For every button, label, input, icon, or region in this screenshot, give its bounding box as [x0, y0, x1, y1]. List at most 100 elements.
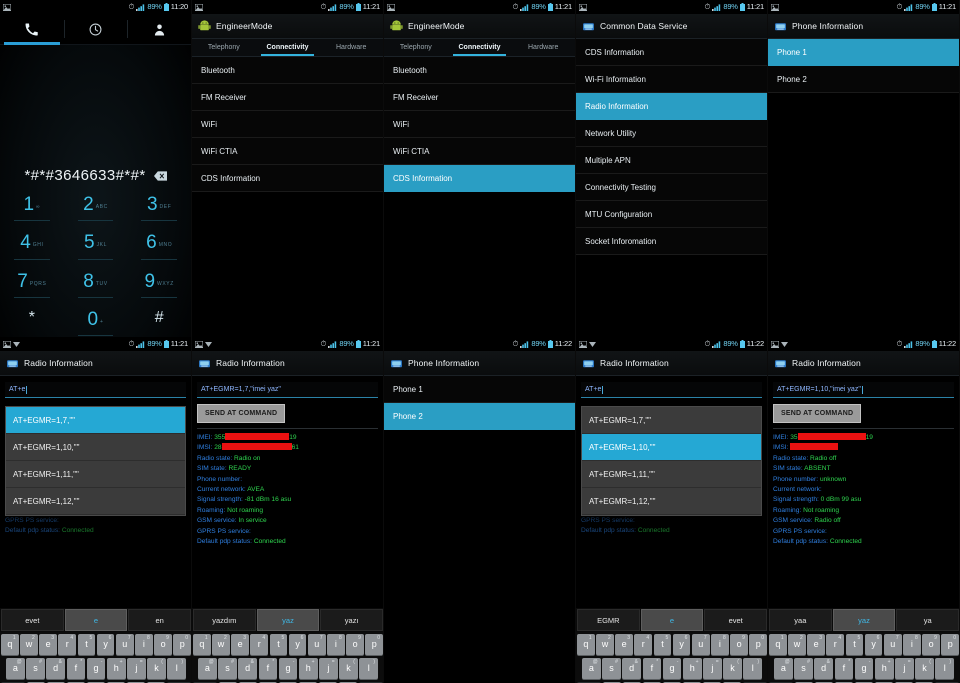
key-i[interactable]: 8i [135, 633, 153, 655]
key-o[interactable]: 9o [154, 633, 172, 655]
key-t[interactable]: 5t [269, 633, 288, 655]
key-l[interactable]: ) l [359, 657, 379, 679]
at-command-input[interactable]: AT+EGMR=1,10,"imei yaz" [773, 382, 954, 398]
key-s[interactable]: # s [602, 657, 621, 679]
key-3[interactable]: 3 DEF [127, 195, 191, 233]
key-q[interactable]: 1q [769, 633, 787, 655]
key-k[interactable]: (k [915, 657, 934, 679]
key-k[interactable]: (k [339, 657, 358, 679]
suggestion-current[interactable]: yaz [256, 609, 320, 631]
suggestion[interactable]: en [128, 609, 191, 631]
suggestion-item[interactable]: AT+EGMR=1,10,"" [6, 434, 185, 461]
key-t[interactable]: 5t [77, 633, 96, 655]
key-p[interactable]: 0p [173, 633, 191, 655]
key-f[interactable]: * f [66, 657, 86, 679]
key-d[interactable]: & d [814, 657, 834, 679]
key-g[interactable]: -g [854, 657, 874, 679]
list-item[interactable]: WiFi CTIA [384, 138, 575, 165]
list-item-phone-2[interactable]: Phone 2 [768, 66, 959, 93]
list-item-socket-information[interactable]: Socket Inforomation [576, 228, 767, 255]
suggestion[interactable]: yazı [320, 609, 383, 631]
key-2[interactable]: 2 ABC [64, 195, 128, 233]
tab-telephony[interactable]: Telephony [192, 39, 256, 56]
list-item-connectivity-testing[interactable]: Connectivity Testing [576, 174, 767, 201]
key-f[interactable]: * f [258, 657, 278, 679]
key-l[interactable]: ) l [743, 657, 763, 679]
suggestion-item[interactable]: AT+EGMR=1,12,"" [582, 488, 761, 515]
tab-telephony[interactable]: Telephony [384, 39, 448, 56]
key-a[interactable]: @ a [198, 657, 217, 679]
list-item-radio-information[interactable]: Radio Information [576, 93, 767, 120]
key-u[interactable]: 7u [883, 633, 902, 655]
suggestion-item[interactable]: AT+EGMR=1,11,"" [582, 461, 761, 488]
key-star[interactable]: * [0, 309, 64, 337]
key-r[interactable]: 4r [826, 633, 845, 655]
key-a[interactable]: @ a [6, 657, 25, 679]
key-u[interactable]: 7u [115, 633, 134, 655]
suggestion-item[interactable]: AT+EGMR=1,11,"" [6, 461, 185, 488]
key-h[interactable]: + h [298, 657, 318, 679]
suggestion-item[interactable]: AT+EGMR=1,10,"" [582, 434, 761, 461]
key-e[interactable]: 3e [807, 633, 825, 655]
key-q[interactable]: 1q [577, 633, 595, 655]
key-k[interactable]: (k [147, 657, 166, 679]
list-item[interactable]: Bluetooth [192, 57, 383, 84]
suggestion-item[interactable]: AT+EGMR=1,7,"" [6, 407, 185, 434]
key-g[interactable]: -g [278, 657, 298, 679]
list-item-cds-information[interactable]: CDS Information [576, 39, 767, 66]
list-item-phone-1[interactable]: Phone 1 [384, 376, 575, 403]
key-i[interactable]: 8i [327, 633, 345, 655]
suggestion-item[interactable]: AT+EGMR=1,7,"" [582, 407, 761, 434]
key-t[interactable]: 5t [653, 633, 672, 655]
suggestion-item[interactable]: AT+EGMR=1,12,"" [6, 488, 185, 515]
key-i[interactable]: 8i [903, 633, 921, 655]
key-9[interactable]: 9 WXYZ [127, 272, 191, 310]
suggestion-current[interactable]: e [64, 609, 128, 631]
send-at-command-button[interactable]: SEND AT COMMAND [773, 404, 862, 423]
key-4[interactable]: 4 GHI [0, 233, 64, 271]
key-g[interactable]: -g [86, 657, 106, 679]
list-item[interactable]: FM Receiver [384, 84, 575, 111]
suggestion[interactable]: evet [704, 609, 767, 631]
list-item[interactable]: WiFi CTIA [192, 138, 383, 165]
key-h[interactable]: + h [874, 657, 894, 679]
key-l[interactable]: ) l [935, 657, 955, 679]
list-item[interactable]: FM Receiver [192, 84, 383, 111]
key-o[interactable]: 9o [730, 633, 748, 655]
key-j[interactable]: = j [895, 657, 914, 679]
key-u[interactable]: 7u [307, 633, 326, 655]
key-r[interactable]: 4r [250, 633, 269, 655]
suggestion[interactable]: evet [1, 609, 64, 631]
list-item[interactable]: WiFi [192, 111, 383, 138]
recents-tab[interactable] [63, 14, 128, 44]
key-1[interactable]: 1 ∞ [0, 195, 64, 233]
key-y[interactable]: 6y [96, 633, 115, 655]
key-d[interactable]: & d [622, 657, 642, 679]
key-i[interactable]: 8i [711, 633, 729, 655]
key-y[interactable]: 6y [672, 633, 691, 655]
key-u[interactable]: 7u [691, 633, 710, 655]
key-j[interactable]: = j [319, 657, 338, 679]
key-7[interactable]: 7 PQRS [0, 272, 64, 310]
key-p[interactable]: 0p [749, 633, 767, 655]
key-j[interactable]: = j [127, 657, 146, 679]
key-r[interactable]: 4r [634, 633, 653, 655]
suggestion[interactable]: yazdım [193, 609, 256, 631]
key-g[interactable]: -g [662, 657, 682, 679]
list-item-cds-information[interactable]: CDS Information [192, 165, 383, 192]
at-command-input[interactable]: AT+e [5, 382, 186, 398]
key-o[interactable]: 9o [922, 633, 940, 655]
key-t[interactable]: 5t [845, 633, 864, 655]
key-a[interactable]: @ a [582, 657, 601, 679]
key-s[interactable]: # s [26, 657, 45, 679]
list-item-phone-2[interactable]: Phone 2 [384, 403, 575, 430]
tab-hardware[interactable]: Hardware [511, 39, 575, 56]
key-s[interactable]: # s [794, 657, 813, 679]
key-w[interactable]: 2w [596, 633, 614, 655]
suggestion-current[interactable]: e [640, 609, 704, 631]
list-item[interactable]: Bluetooth [384, 57, 575, 84]
key-0[interactable]: 0 + [64, 310, 128, 337]
list-item-multiple-apn[interactable]: Multiple APN [576, 147, 767, 174]
tab-connectivity[interactable]: Connectivity [448, 39, 512, 56]
key-f[interactable]: * f [642, 657, 662, 679]
